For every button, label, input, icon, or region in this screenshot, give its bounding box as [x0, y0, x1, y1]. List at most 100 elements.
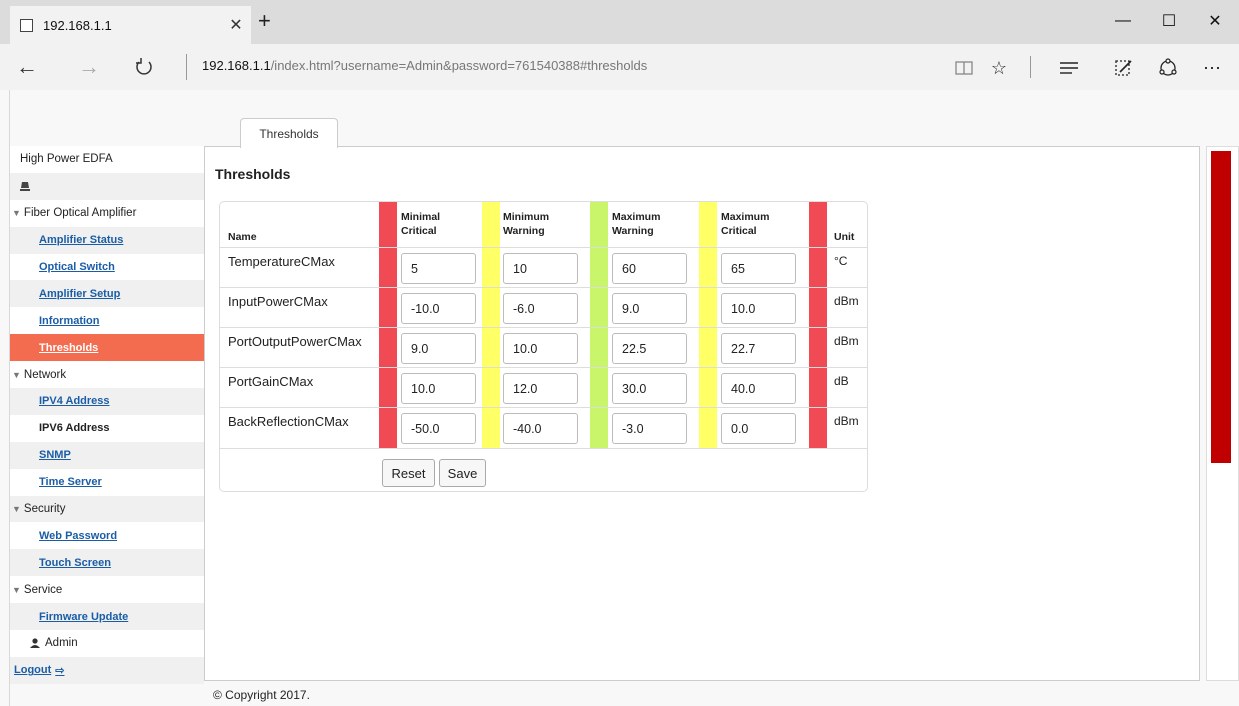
- page-icon: [20, 18, 33, 32]
- unit-label: dBm: [834, 414, 859, 428]
- header-line: Critical: [401, 225, 437, 237]
- unit-label: °C: [834, 254, 848, 268]
- new-tab-icon[interactable]: +: [258, 10, 271, 32]
- row-separator: [220, 407, 867, 408]
- chevron-down-icon: ▼: [12, 584, 21, 595]
- chevron-down-icon: ▼: [12, 504, 21, 515]
- threshold-name: PortGainCMax: [228, 374, 314, 389]
- sidebar-item-thresholds[interactable]: Thresholds: [10, 334, 204, 362]
- url-host: 192.168.1.1: [202, 58, 271, 73]
- maximize-icon[interactable]: ☐: [1146, 6, 1192, 36]
- refresh-icon[interactable]: [130, 52, 158, 82]
- browser-tab[interactable]: 192.168.1.1 ✕: [10, 6, 251, 44]
- min-warning-input[interactable]: [503, 293, 578, 324]
- reading-view-icon[interactable]: [950, 54, 978, 82]
- sidebar-item-ipv4-address[interactable]: IPV4 Address: [10, 388, 204, 415]
- column-header-max-critical: Maximum Critical: [721, 210, 769, 238]
- sign-out-icon: ⇨: [55, 664, 65, 677]
- max-critical-input[interactable]: [721, 293, 796, 324]
- chevron-down-icon: ▼: [12, 208, 21, 219]
- min-warning-input[interactable]: [503, 253, 578, 284]
- critical-band: [809, 202, 827, 448]
- favorite-star-icon[interactable]: ☆: [985, 54, 1013, 82]
- more-icon[interactable]: ⋯: [1198, 54, 1226, 82]
- threshold-name: PortOutputPowerCMax: [228, 334, 362, 349]
- max-critical-input[interactable]: [721, 333, 796, 364]
- tab-thresholds[interactable]: Thresholds: [240, 118, 338, 148]
- minimize-icon[interactable]: —: [1100, 6, 1146, 36]
- url-field[interactable]: 192.168.1.1/index.html?username=Admin&pa…: [202, 58, 647, 73]
- min-warning-input[interactable]: [503, 333, 578, 364]
- row-separator: [220, 287, 867, 288]
- threshold-name: TemperatureCMax: [228, 254, 335, 269]
- share-icon[interactable]: [1154, 54, 1182, 82]
- sidebar-item-touch-screen[interactable]: Touch Screen: [10, 549, 204, 577]
- max-warning-input[interactable]: [612, 293, 687, 324]
- header-line: Warning: [612, 225, 654, 237]
- max-warning-input[interactable]: [612, 373, 687, 404]
- web-page: High Power EDFA ▼ Fiber Optical Amplifier…: [0, 90, 1239, 706]
- reset-button[interactable]: Reset: [382, 459, 435, 487]
- min-critical-input[interactable]: [401, 413, 476, 444]
- group-label: Service: [23, 583, 63, 596]
- url-path: /index.html?username=Admin&password=7615…: [270, 58, 648, 73]
- group-security[interactable]: ▼ Security: [10, 495, 204, 523]
- group-service[interactable]: ▼ Service: [10, 576, 204, 604]
- chevron-down-icon: ▼: [12, 369, 21, 380]
- sidebar: High Power EDFA ▼ Fiber Optical Amplifier…: [10, 146, 204, 684]
- sidebar-item-optical-switch[interactable]: Optical Switch: [10, 253, 204, 281]
- close-tab-icon[interactable]: ✕: [221, 15, 251, 35]
- sidebar-item-snmp[interactable]: SNMP: [10, 441, 204, 469]
- min-critical-input[interactable]: [401, 333, 476, 364]
- group-label: Fiber Optical Amplifier: [23, 207, 137, 220]
- min-warning-input[interactable]: [503, 373, 578, 404]
- min-warning-input[interactable]: [503, 413, 578, 444]
- sidebar-item-time-server[interactable]: Time Server: [10, 468, 204, 496]
- hub-icon[interactable]: [1055, 54, 1083, 82]
- max-critical-input[interactable]: [721, 373, 796, 404]
- current-user: Admin: [10, 630, 204, 657]
- close-window-icon[interactable]: ✕: [1192, 6, 1238, 36]
- max-critical-input[interactable]: [721, 413, 796, 444]
- group-fiber-optical-amplifier[interactable]: ▼ Fiber Optical Amplifier: [10, 199, 204, 227]
- critical-band: [379, 202, 397, 448]
- unit-label: dBm: [834, 294, 859, 308]
- max-warning-input[interactable]: [612, 413, 687, 444]
- min-critical-input[interactable]: [401, 373, 476, 404]
- address-bar: ← → 192.168.1.1/index.html?username=Admi…: [0, 44, 1239, 90]
- header-line: Critical: [721, 225, 757, 237]
- browser-titlebar: 192.168.1.1 ✕ + — ☐ ✕: [0, 0, 1239, 44]
- row-separator: [220, 367, 867, 368]
- group-label: Network: [23, 368, 67, 381]
- group-network[interactable]: ▼ Network: [10, 361, 204, 389]
- column-header-min-critical: Minimal Critical: [401, 210, 440, 238]
- max-critical-input[interactable]: [721, 253, 796, 284]
- back-icon[interactable]: ←: [14, 52, 40, 82]
- thresholds-table: Name Minimal Critical Minimum Warning Maxi…: [219, 201, 868, 492]
- address-separator: [186, 54, 187, 80]
- warning-band: [699, 202, 717, 448]
- alarm-indicator-bar: [1211, 151, 1231, 463]
- browser-tab-title: 192.168.1.1: [43, 17, 112, 33]
- min-critical-input[interactable]: [401, 293, 476, 324]
- sidebar-item-ipv6-address[interactable]: IPV6 Address: [10, 414, 204, 442]
- sidebar-item-amplifier-setup[interactable]: Amplifier Setup: [10, 280, 204, 308]
- sidebar-item-amplifier-status[interactable]: Amplifier Status: [10, 226, 204, 254]
- sidebar-item-firmware-update[interactable]: Firmware Update: [10, 603, 204, 631]
- sidebar-item-information[interactable]: Information: [10, 307, 204, 335]
- column-header-name: Name: [228, 231, 257, 243]
- web-note-icon[interactable]: [1110, 54, 1138, 82]
- row-separator: [220, 327, 867, 328]
- header-line: Minimum: [503, 211, 550, 223]
- toolbar-separator: [1030, 56, 1031, 78]
- forward-icon[interactable]: →: [76, 52, 102, 82]
- header-line: Warning: [503, 225, 545, 237]
- max-warning-input[interactable]: [612, 253, 687, 284]
- max-warning-input[interactable]: [612, 333, 687, 364]
- save-button[interactable]: Save: [439, 459, 486, 487]
- group-label: Security: [23, 503, 66, 516]
- min-critical-input[interactable]: [401, 253, 476, 284]
- logout-label: Logout: [14, 664, 52, 677]
- logout-link[interactable]: Logout ⇨: [10, 656, 204, 684]
- sidebar-item-web-password[interactable]: Web Password: [10, 522, 204, 550]
